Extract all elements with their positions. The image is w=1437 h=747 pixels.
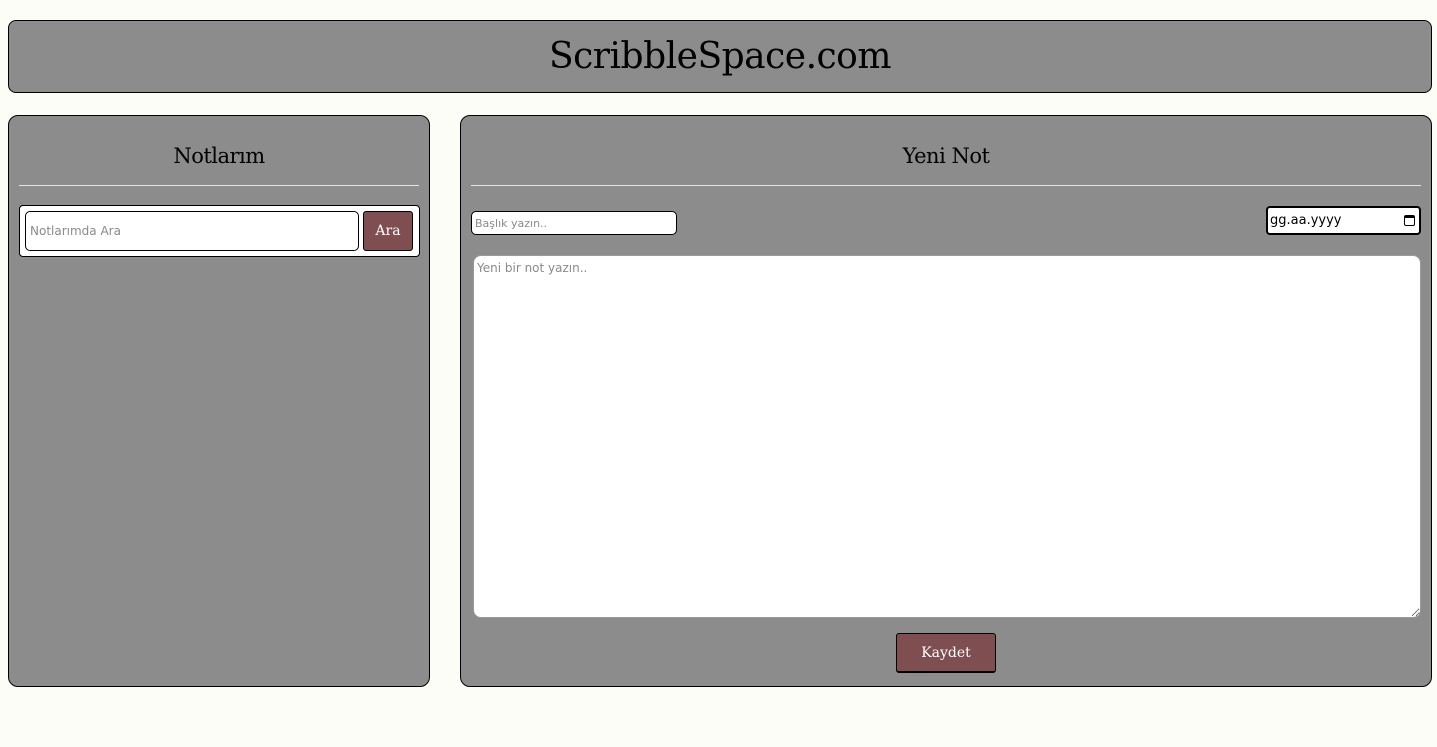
- notes-search-input[interactable]: [25, 211, 359, 251]
- note-title-input[interactable]: [471, 211, 677, 235]
- new-note-divider: [471, 185, 1421, 186]
- notes-panel: Notlarım Ara: [8, 115, 430, 687]
- calendar-icon[interactable]: [1404, 215, 1415, 226]
- new-note-heading: Yeni Not: [902, 144, 990, 168]
- notes-panel-divider: [19, 185, 419, 186]
- site-title: ScribbleSpace.com: [548, 36, 892, 77]
- notes-panel-heading: Notlarım: [173, 144, 265, 168]
- notes-search-box: Ara: [19, 205, 420, 257]
- note-date-input[interactable]: gg.aa.yyyy: [1266, 206, 1421, 235]
- note-body-textarea[interactable]: [473, 255, 1421, 618]
- new-note-panel: Yeni Not gg.aa.yyyy Kaydet: [460, 115, 1432, 687]
- search-button[interactable]: Ara: [363, 211, 413, 251]
- save-button[interactable]: Kaydet: [896, 633, 996, 673]
- date-placeholder: gg.aa.yyyy: [1270, 213, 1342, 228]
- site-header: ScribbleSpace.com: [8, 20, 1432, 93]
